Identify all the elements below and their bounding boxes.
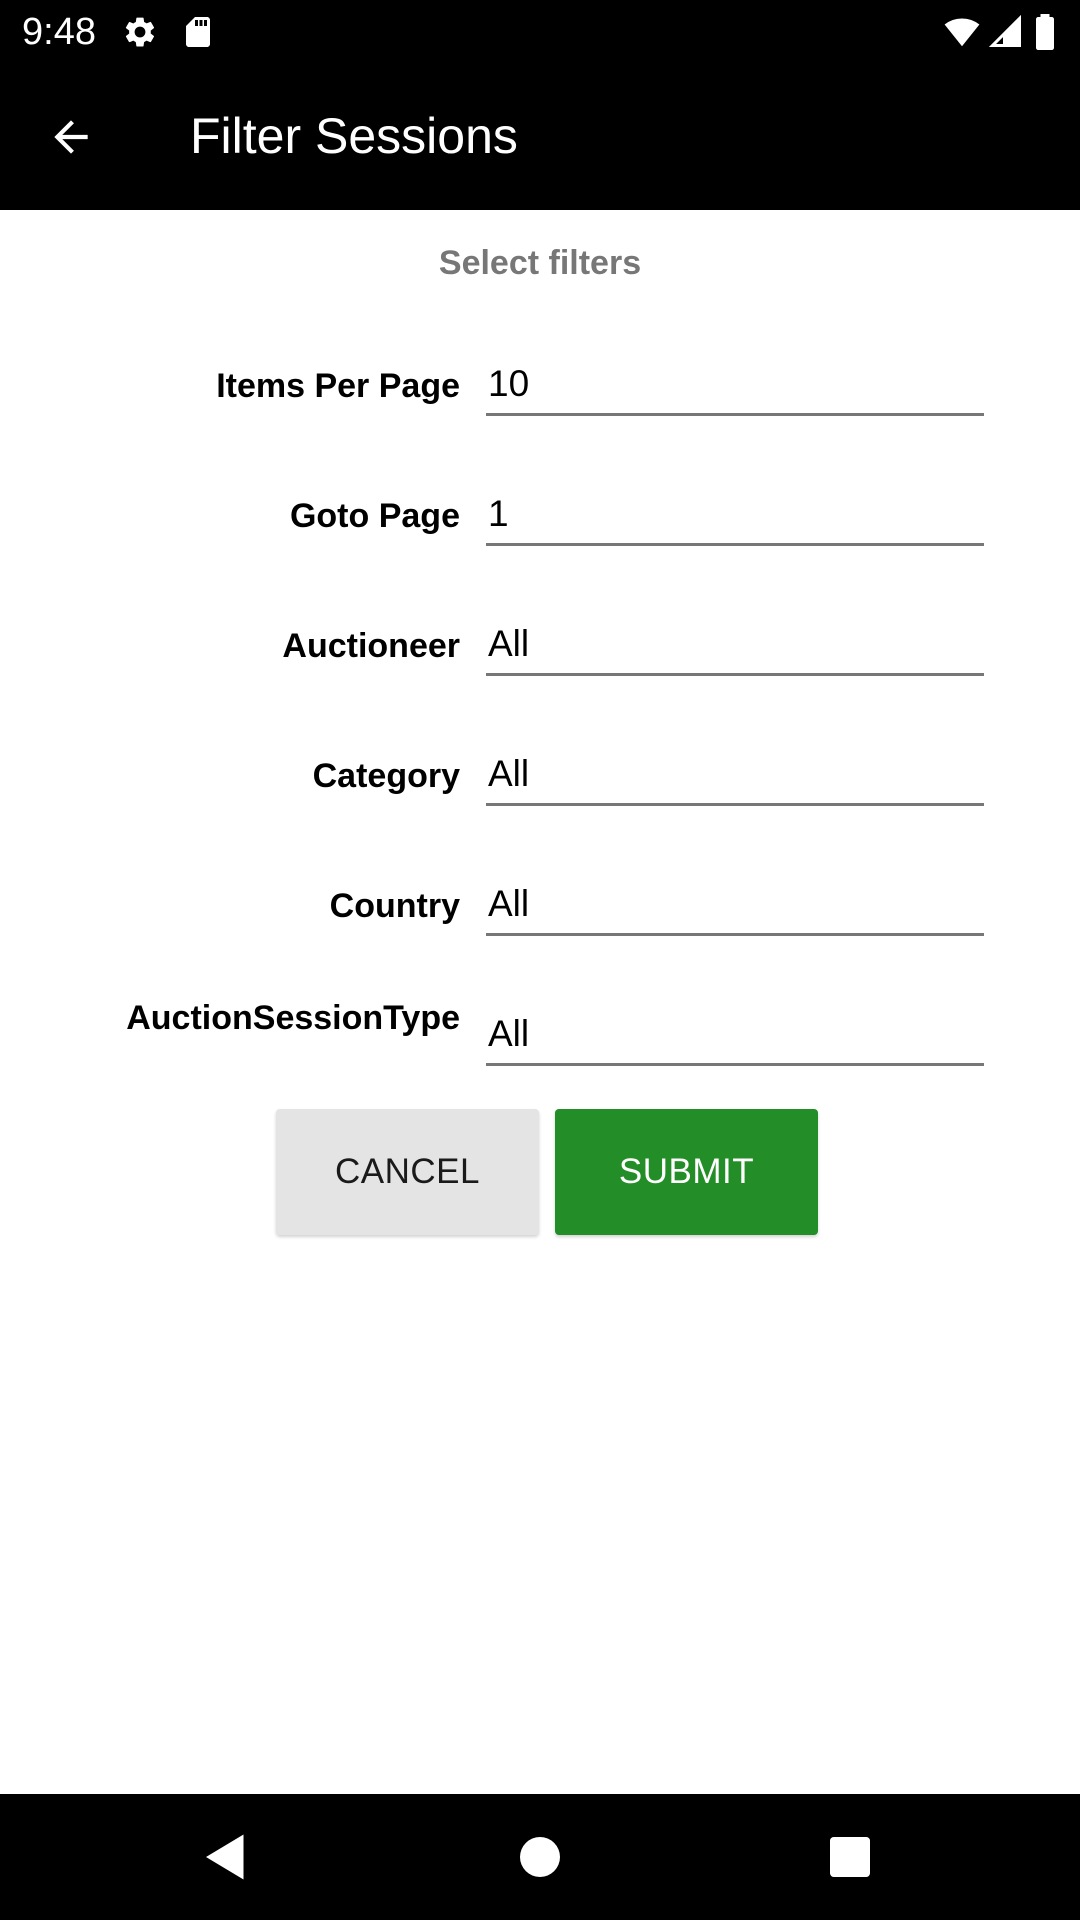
signal-icon — [988, 14, 1024, 50]
items-per-page-label: Items Per Page — [216, 367, 460, 405]
country-row: Country All — [0, 876, 1080, 976]
nav-recents-button[interactable] — [820, 1827, 880, 1887]
filter-sessions-screen: 9:48 Filter Sessions Select filters Item… — [0, 0, 1080, 1920]
auction-session-type-select[interactable]: All — [486, 1006, 984, 1066]
battery-icon — [1030, 14, 1060, 50]
category-row: Category All — [0, 746, 1080, 846]
auctioneer-select[interactable]: All — [486, 616, 984, 676]
back-triangle-icon — [196, 1827, 256, 1887]
page-title: Filter Sessions — [190, 108, 518, 164]
recents-square-icon — [820, 1827, 880, 1887]
goto-page-row: Goto Page 1 — [0, 486, 1080, 586]
auction-session-type-row: AuctionSessionType All — [0, 996, 1080, 1096]
auctioneer-row: Auctioneer All — [0, 616, 1080, 716]
submit-button[interactable]: SUBMIT — [555, 1109, 818, 1235]
country-select[interactable]: All — [486, 876, 984, 936]
auctioneer-label: Auctioneer — [282, 627, 460, 665]
cancel-button[interactable]: CANCEL — [276, 1109, 539, 1235]
sd-card-icon — [180, 14, 216, 50]
goto-page-label: Goto Page — [289, 497, 460, 535]
nav-home-button[interactable] — [510, 1827, 570, 1887]
navigation-bar — [0, 1794, 1080, 1920]
status-time: 9:48 — [22, 11, 96, 53]
wifi-icon — [942, 14, 982, 50]
status-bar: 9:48 — [0, 0, 1080, 63]
home-circle-icon — [510, 1827, 570, 1887]
back-button[interactable] — [30, 101, 112, 173]
arrow-back-icon — [46, 112, 96, 162]
category-select[interactable]: All — [486, 746, 984, 806]
nav-back-button[interactable] — [196, 1827, 256, 1887]
auction-session-type-label: AuctionSessionType — [126, 999, 460, 1037]
country-label: Country — [329, 887, 460, 925]
items-per-page-input[interactable]: 10 — [486, 356, 984, 416]
gear-icon — [122, 14, 158, 50]
select-filters-heading: Select filters — [438, 244, 642, 282]
goto-page-input[interactable]: 1 — [486, 486, 984, 546]
items-per-page-row: Items Per Page 10 — [0, 356, 1080, 456]
app-bar: Filter Sessions — [0, 63, 1080, 210]
category-label: Category — [312, 757, 460, 795]
